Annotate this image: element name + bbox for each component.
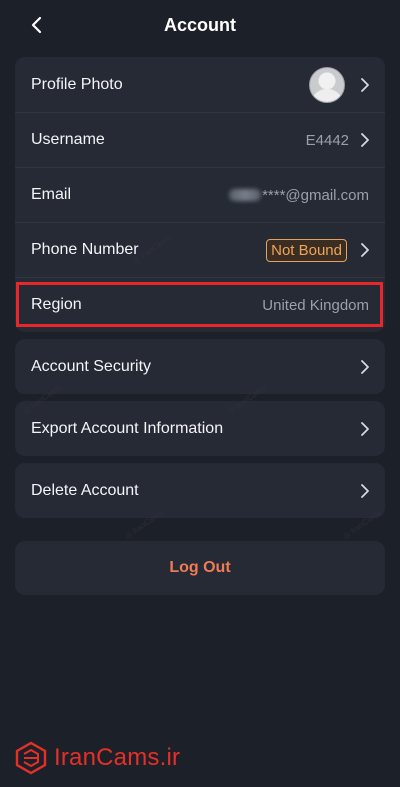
delete-account-card: Delete Account (15, 463, 385, 518)
region-label: Region (31, 296, 82, 313)
email-row: Email ****@gmail.com (15, 167, 385, 222)
log-out-button[interactable]: Log Out (15, 541, 385, 595)
chevron-right-icon (355, 133, 369, 147)
username-row[interactable]: Username E4442 (15, 112, 385, 167)
account-info-card: Profile Photo Username E4442 Email ****@… (15, 57, 385, 332)
page-title: Account (164, 15, 236, 35)
delete-account-row[interactable]: Delete Account (15, 463, 385, 518)
username-label: Username (31, 131, 105, 148)
chevron-right-icon (355, 421, 369, 436)
region-row: Region United Kingdom (15, 277, 385, 332)
irancams-logo: IranCams.ir (14, 738, 180, 778)
export-account-info-row[interactable]: Export Account Information (15, 401, 385, 456)
not-bound-badge: Not Bound (266, 238, 347, 262)
profile-photo-row[interactable]: Profile Photo (15, 57, 385, 112)
email-label: Email (31, 186, 72, 203)
email-value: ****@gmail.com (262, 186, 369, 204)
profile-photo-label: Profile Photo (31, 75, 123, 93)
chevron-right-icon (355, 77, 369, 92)
export-info-card: Export Account Information (15, 401, 385, 456)
username-value: E4442 (305, 131, 349, 149)
account-security-card: Account Security (15, 339, 385, 394)
chevron-right-icon (355, 359, 369, 374)
blurred-email-prefix (229, 189, 262, 201)
chevron-right-icon (355, 483, 369, 498)
delete-account-label: Delete Account (31, 481, 139, 499)
chevron-right-icon (355, 243, 369, 257)
account-security-label: Account Security (31, 357, 152, 375)
header: Account (0, 0, 400, 52)
avatar[interactable] (309, 66, 345, 103)
phone-number-row[interactable]: Phone Number Not Bound (15, 222, 385, 277)
region-value: United Kingdom (262, 296, 369, 314)
account-security-row[interactable]: Account Security (15, 339, 385, 394)
export-account-info-label: Export Account Information (31, 419, 224, 437)
irancams-logo-icon (15, 741, 47, 775)
irancams-brand-text: IranCams.ir (54, 744, 181, 771)
